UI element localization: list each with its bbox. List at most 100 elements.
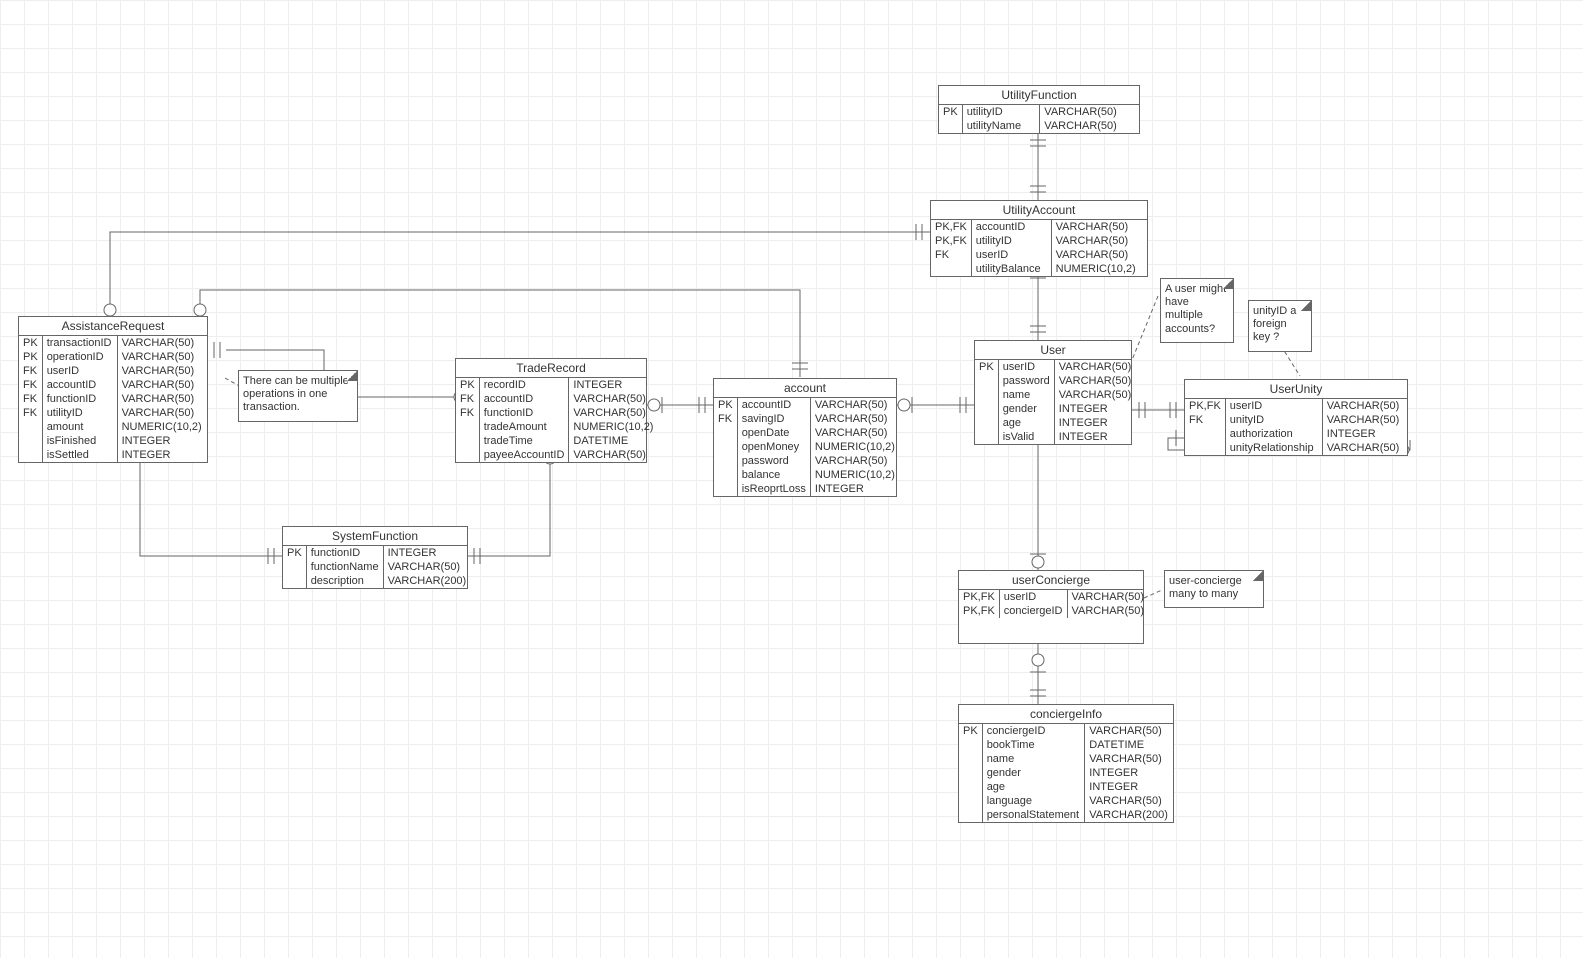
field-type: VARCHAR(50) xyxy=(1054,374,1135,388)
field-type: VARCHAR(50) xyxy=(1040,119,1139,133)
key-indicator xyxy=(1185,427,1225,441)
entity-system-function[interactable]: SystemFunction PKfunctionIDINTEGERfuncti… xyxy=(282,526,468,589)
note-many-to-many[interactable]: user-concierge many to many xyxy=(1164,570,1264,608)
key-indicator xyxy=(19,420,42,434)
field-row: openMoneyNUMERIC(10,2) xyxy=(714,440,899,454)
entity-trade-record[interactable]: TradeRecord PKrecordIDINTEGERFKaccountID… xyxy=(455,358,647,463)
field-name: unityID xyxy=(1225,413,1322,427)
field-row: tradeTimeDATETIME xyxy=(456,434,657,448)
field-name: bookTime xyxy=(982,738,1085,752)
entity-title: UtilityFunction xyxy=(939,86,1139,105)
entity-user[interactable]: User PKuserIDVARCHAR(50)passwordVARCHAR(… xyxy=(974,340,1132,445)
key-indicator xyxy=(714,426,737,440)
field-name: isSettled xyxy=(42,448,117,462)
field-type: INTEGER xyxy=(117,448,207,462)
erd-canvas[interactable]: { "entities":{ "utilityFunction":{"title… xyxy=(0,0,1583,958)
field-row: utilityNameVARCHAR(50) xyxy=(939,119,1139,133)
key-indicator: FK xyxy=(456,406,479,420)
entity-user-unity[interactable]: UserUnity PK,FKuserIDVARCHAR(50)FKunityI… xyxy=(1184,379,1408,456)
field-name: balance xyxy=(737,468,810,482)
field-type: NUMERIC(10,2) xyxy=(117,420,207,434)
field-type: VARCHAR(50) xyxy=(1054,360,1135,374)
field-row: nameVARCHAR(50) xyxy=(959,752,1173,766)
key-indicator xyxy=(959,780,982,794)
field-name: utilityID xyxy=(962,105,1040,119)
field-row: genderINTEGER xyxy=(959,766,1173,780)
entity-fields: PKutilityIDVARCHAR(50)utilityNameVARCHAR… xyxy=(939,105,1139,133)
field-row: PKfunctionIDINTEGER xyxy=(283,546,470,560)
key-indicator: PK xyxy=(714,398,737,412)
field-row: nameVARCHAR(50) xyxy=(975,388,1135,402)
note-user-accounts[interactable]: A user might have multiple accounts? xyxy=(1160,278,1234,343)
key-indicator xyxy=(959,752,982,766)
field-type: VARCHAR(50) xyxy=(1322,399,1407,413)
key-indicator: FK xyxy=(19,392,42,406)
note-transaction[interactable]: There can be multiple operations in one … xyxy=(238,370,358,422)
field-row: languageVARCHAR(50) xyxy=(959,794,1173,808)
key-indicator xyxy=(975,416,998,430)
key-indicator xyxy=(714,468,737,482)
key-indicator: PK xyxy=(19,350,42,364)
field-row: bookTimeDATETIME xyxy=(959,738,1173,752)
field-name: functionID xyxy=(42,392,117,406)
key-indicator xyxy=(959,808,982,822)
field-row: ageINTEGER xyxy=(975,416,1135,430)
entity-concierge-info[interactable]: conciergeInfo PKconciergeIDVARCHAR(50)bo… xyxy=(958,704,1174,823)
field-name: isFinished xyxy=(42,434,117,448)
entity-fields: PK,FKuserIDVARCHAR(50)PK,FKconciergeIDVA… xyxy=(959,590,1148,618)
entity-title: conciergeInfo xyxy=(959,705,1173,724)
key-indicator xyxy=(714,440,737,454)
field-row: PKutilityIDVARCHAR(50) xyxy=(939,105,1139,119)
key-indicator xyxy=(19,448,42,462)
entity-fields: PKtransactionIDVARCHAR(50)PKoperationIDV… xyxy=(19,336,207,462)
key-indicator: PK xyxy=(939,105,962,119)
field-type: NUMERIC(10,2) xyxy=(810,440,899,454)
field-row: functionNameVARCHAR(50) xyxy=(283,560,470,574)
key-indicator: FK xyxy=(456,392,479,406)
field-type: DATETIME xyxy=(1085,738,1173,752)
field-row: FKuserIDVARCHAR(50) xyxy=(19,364,207,378)
note-unity-fk[interactable]: unityID a foreign key ? xyxy=(1248,300,1312,352)
field-name: tradeAmount xyxy=(479,420,569,434)
field-name: accountID xyxy=(737,398,810,412)
field-name: password xyxy=(998,374,1054,388)
key-indicator: PK xyxy=(19,336,42,350)
field-row: FKaccountIDVARCHAR(50) xyxy=(19,378,207,392)
field-row: passwordVARCHAR(50) xyxy=(975,374,1135,388)
field-name: unityRelationship xyxy=(1225,441,1322,455)
field-type: INTEGER xyxy=(117,434,207,448)
field-type: INTEGER xyxy=(1054,430,1135,444)
field-type: VARCHAR(50) xyxy=(810,412,899,426)
field-type: VARCHAR(50) xyxy=(117,392,207,406)
field-type: INTEGER xyxy=(1085,766,1173,780)
field-type: INTEGER xyxy=(1054,402,1135,416)
field-type: VARCHAR(50) xyxy=(383,560,470,574)
field-type: VARCHAR(50) xyxy=(1085,794,1173,808)
entity-account[interactable]: account PKaccountIDVARCHAR(50)FKsavingID… xyxy=(713,378,897,497)
key-indicator xyxy=(975,402,998,416)
field-name: transactionID xyxy=(42,336,117,350)
field-row: isReoprtLossINTEGER xyxy=(714,482,899,496)
key-indicator: PK,FK xyxy=(931,220,971,234)
field-name: userID xyxy=(971,248,1051,262)
field-type: INTEGER xyxy=(1054,416,1135,430)
entity-fields: PKuserIDVARCHAR(50)passwordVARCHAR(50)na… xyxy=(975,360,1135,444)
field-type: VARCHAR(50) xyxy=(1067,604,1148,618)
field-row: PKuserIDVARCHAR(50) xyxy=(975,360,1135,374)
entity-user-concierge[interactable]: userConcierge PK,FKuserIDVARCHAR(50)PK,F… xyxy=(958,570,1144,644)
field-name: gender xyxy=(982,766,1085,780)
field-name: utilityName xyxy=(962,119,1040,133)
entity-assistance-request[interactable]: AssistanceRequest PKtransactionIDVARCHAR… xyxy=(18,316,208,463)
field-name: conciergeID xyxy=(999,604,1067,618)
entity-utility-account[interactable]: UtilityAccount PK,FKaccountIDVARCHAR(50)… xyxy=(930,200,1148,277)
field-row: FKsavingIDVARCHAR(50) xyxy=(714,412,899,426)
field-name: accountID xyxy=(42,378,117,392)
field-name: accountID xyxy=(479,392,569,406)
entity-utility-function[interactable]: UtilityFunction PKutilityIDVARCHAR(50)ut… xyxy=(938,85,1140,134)
entity-fields: PKaccountIDVARCHAR(50)FKsavingIDVARCHAR(… xyxy=(714,398,899,496)
field-row: balanceNUMERIC(10,2) xyxy=(714,468,899,482)
field-name: savingID xyxy=(737,412,810,426)
field-row: utilityBalanceNUMERIC(10,2) xyxy=(931,262,1147,276)
key-indicator: PK xyxy=(975,360,998,374)
field-row: PKtransactionIDVARCHAR(50) xyxy=(19,336,207,350)
